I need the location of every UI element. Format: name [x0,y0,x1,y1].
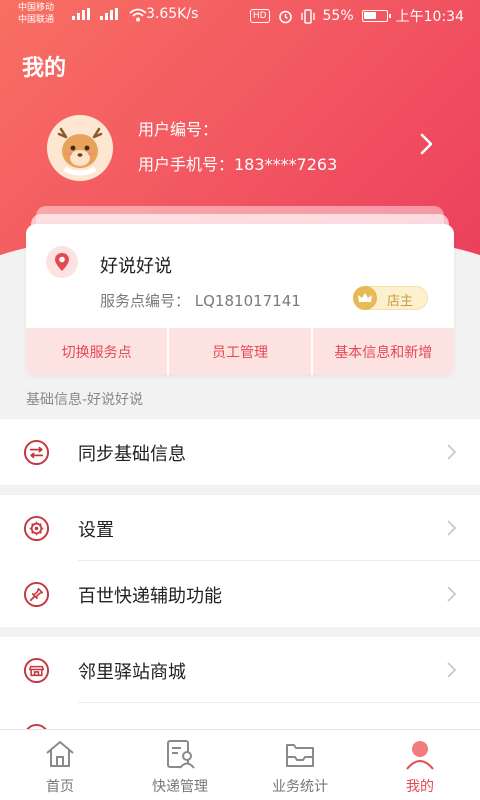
owner-badge: 店主 [353,286,428,310]
crown-icon [353,286,377,310]
menu-item-assist[interactable]: 百世快递辅助功能 [0,561,480,627]
status-bar: 中国移动 中国联通 3.65K/s HD 55% 上午10:34 [0,0,480,30]
menu-group-settings: 设置 百世快递辅助功能 [0,495,480,627]
nav-label-express: 快递管理 [152,779,208,795]
chevron-right-icon [447,662,457,678]
menu-label-sync: 同步基础信息 [78,444,186,465]
alarm-icon [278,10,292,23]
express-icon [167,740,195,769]
nav-label-home: 首页 [46,779,74,795]
vibrate-icon [300,8,315,24]
chevron-right-icon[interactable] [412,130,440,158]
battery-icon [361,10,391,22]
station-card: 好说好说 服务点编号： LQ181017141 店主 切换服务点 员工管理 基本… [26,224,454,375]
user-icon [406,741,434,770]
nav-label-stats: 业务统计 [272,779,328,795]
user-id-label: 用户编号： [138,120,219,139]
carrier-labels: 中国移动 中国联通 [18,2,54,26]
store-icon [23,657,50,684]
chevron-right-icon [447,444,457,460]
owner-label: 店主 [387,294,414,309]
chevron-right-icon [447,520,457,536]
menu-item-settings[interactable]: 设置 [0,495,480,561]
gear-icon [23,515,50,542]
battery-percent: 55% [322,8,354,24]
menu-group-sync: 同步基础信息 [0,419,480,485]
sync-icon [23,439,50,466]
menu-item-partial[interactable] [0,703,480,729]
station-actions: 切换服务点 员工管理 基本信息和新增 [26,328,454,375]
signal-icons [72,8,147,24]
home-icon [46,741,74,767]
network-speed: 3.65K/s [146,6,199,22]
signal-icon [100,8,119,20]
nav-home[interactable]: 首页 [0,730,120,800]
avatar[interactable] [47,115,113,181]
bottom-nav: 首页 快递管理 业务统计 我的 [0,729,480,800]
menu-label-mall: 邻里驿站商城 [78,662,186,683]
menu-label-assist: 百世快递辅助功能 [78,586,222,607]
staff-management-button[interactable]: 员工管理 [169,328,313,375]
user-phone: 用户手机号：183****7263 [138,155,338,174]
wifi-icon [129,8,147,22]
pin-icon [23,581,50,608]
menu-item-sync[interactable]: 同步基础信息 [0,419,480,485]
menu-group-mall: 邻里驿站商城 [0,637,480,729]
station-name: 好说好说 [100,256,172,277]
nav-stats[interactable]: 业务统计 [240,730,360,800]
deer-avatar-icon [47,115,113,181]
nav-label-mine: 我的 [406,779,434,795]
switch-station-button[interactable]: 切换服务点 [26,328,170,375]
carrier-1: 中国移动 [18,3,55,13]
page-title: 我的 [22,56,67,81]
stats-icon [286,744,314,767]
carrier-2: 中国联通 [18,15,55,25]
location-pin-icon [46,246,78,278]
menu-item-mall[interactable]: 邻里驿站商城 [0,637,480,703]
hd-icon: HD [249,9,270,23]
station-code: 服务点编号： LQ181017141 [100,292,301,310]
menu-label-settings: 设置 [78,520,114,541]
clock: 上午10:34 [395,9,464,25]
status-right: HD 55% 上午10:34 [249,6,464,26]
chevron-right-icon [447,586,457,602]
nav-mine[interactable]: 我的 [360,730,480,800]
section-caption: 基础信息-好说好说 [26,392,144,408]
basic-info-button[interactable]: 基本信息和新增 [313,328,454,375]
signal-icon [72,8,90,20]
nav-express[interactable]: 快递管理 [120,730,240,800]
